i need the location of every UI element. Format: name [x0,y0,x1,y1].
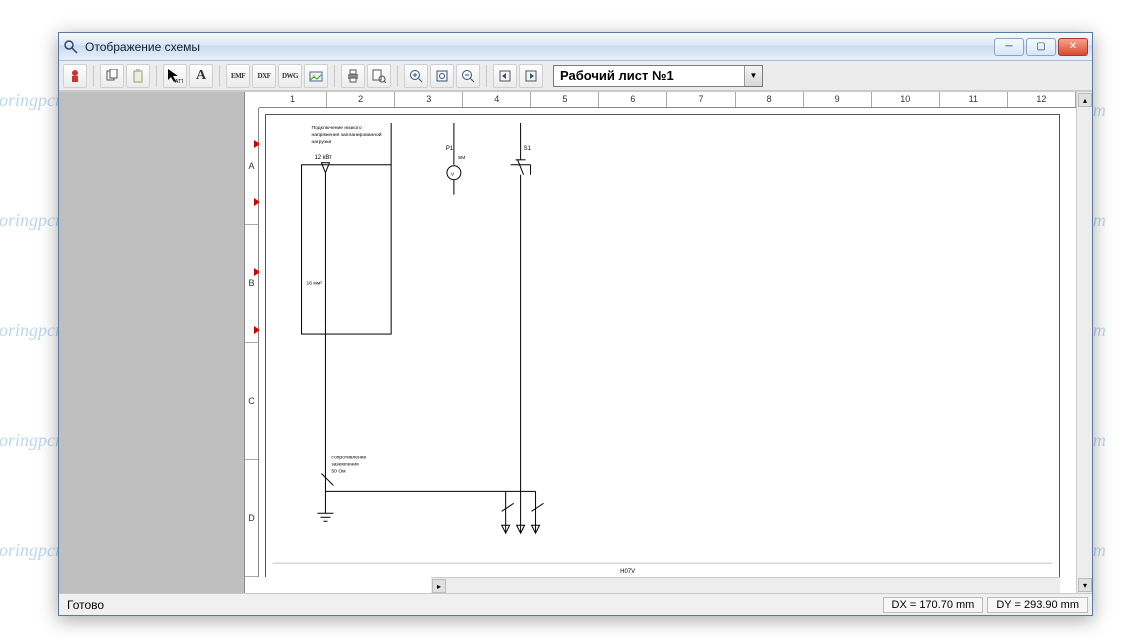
svg-text:S1: S1 [524,146,532,152]
status-dx: DX = 170.70 mm [883,597,984,613]
svg-text:12 кВт: 12 кВт [314,155,332,161]
svg-text:ATT: ATT [175,79,183,84]
status-dy: DY = 293.90 mm [987,597,1088,613]
horizontal-ruler: 1 2 3 4 5 6 7 8 9 10 11 12 [259,92,1076,108]
svg-text:V: V [451,172,455,178]
minimize-button[interactable]: ─ [994,38,1024,56]
vertical-scrollbar[interactable]: ▴ ▾ [1076,92,1092,593]
zoom-fit-button[interactable] [430,64,454,88]
svg-text:16 мм²: 16 мм² [307,280,323,286]
copy-button[interactable] [100,64,124,88]
svg-text:H07V: H07V [620,569,635,575]
pointer-att-button[interactable]: ATT [163,64,187,88]
horizontal-scrollbar[interactable]: ◂ ▸ [431,577,1060,593]
drawing-area[interactable]: 1 2 3 4 5 6 7 8 9 10 11 12 A B C D [245,92,1076,593]
zoom-in-button[interactable] [404,64,428,88]
statusbar: Готово DX = 170.70 mm DY = 293.90 mm [59,593,1092,615]
svg-text:50 Ом: 50 Ом [331,468,346,474]
titlebar[interactable]: Отображение схемы ─ ▢ ✕ [59,33,1092,61]
print-preview-button[interactable] [367,64,391,88]
export-dxf-button[interactable]: DXF [252,64,276,88]
app-icon [63,39,79,55]
chevron-down-icon: ▼ [744,66,762,86]
svg-text:P1: P1 [446,146,454,152]
symbol-button[interactable] [63,64,87,88]
export-emf-button[interactable]: EMF [226,64,250,88]
sheet-selector[interactable]: Рабочий лист №1 ▼ [553,65,763,87]
svg-text:Подключение низкого: Подключение низкого [312,125,362,131]
svg-text:сопротивление: сопротивление [331,456,366,461]
scroll-up-icon[interactable]: ▴ [1078,93,1092,107]
schematic-svg: Подключение низкого напряжения запланиро… [266,115,1059,577]
print-button[interactable] [341,64,365,88]
paste-button[interactable] [126,64,150,88]
status-ready: Готово [63,598,879,612]
window-title: Отображение схемы [85,40,994,54]
toolbar: ATT A EMF DXF DWG [59,61,1092,91]
scroll-down-icon[interactable]: ▾ [1078,578,1092,592]
svg-text:нагрузки: нагрузки [312,140,332,145]
svg-text:SM: SM [458,155,465,161]
close-button[interactable]: ✕ [1058,38,1088,56]
svg-text:напряжения запланированной: напряжения запланированной [312,131,382,138]
thumbnail-strip[interactable] [59,92,245,593]
app-window: Отображение схемы ─ ▢ ✕ ATT A EMF DXF DW… [58,32,1093,616]
text-button[interactable]: A [189,64,213,88]
maximize-button[interactable]: ▢ [1026,38,1056,56]
prev-sheet-button[interactable] [493,64,517,88]
export-dwg-button[interactable]: DWG [278,64,302,88]
vertical-ruler: A B C D [245,108,259,577]
canvas[interactable]: Подключение низкого напряжения запланиро… [259,108,1076,577]
drawing-sheet: Подключение низкого напряжения запланиро… [265,114,1060,577]
export-image-button[interactable] [304,64,328,88]
svg-text:заземления: заземления [331,463,359,468]
next-sheet-button[interactable] [519,64,543,88]
workarea: 1 2 3 4 5 6 7 8 9 10 11 12 A B C D [59,91,1092,593]
scroll-right-icon[interactable]: ▸ [432,579,446,593]
sheet-selector-value: Рабочий лист №1 [554,68,744,83]
zoom-out-button[interactable] [456,64,480,88]
